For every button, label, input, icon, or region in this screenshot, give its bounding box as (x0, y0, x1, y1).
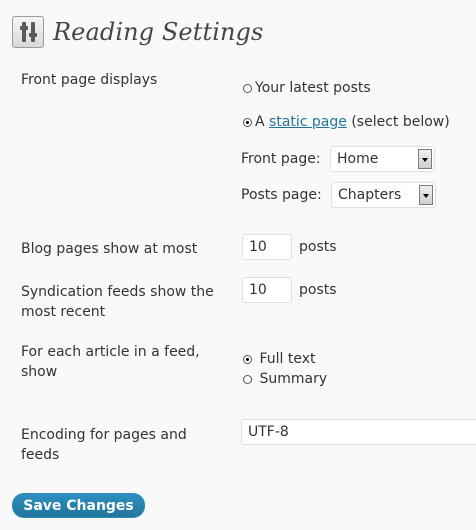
posts-page-select-value: Chapters (338, 187, 402, 203)
chevron-down-icon[interactable] (418, 149, 432, 169)
full-text-radio[interactable] (243, 354, 252, 364)
syndication-input[interactable] (242, 277, 292, 303)
feed-article-label: For each article in a feed, show (21, 344, 200, 380)
summary-label: Summary (259, 371, 328, 387)
posts-page-select[interactable]: Chapters (331, 182, 436, 208)
page-title: Reading Settings (53, 18, 264, 46)
latest-posts-label: Your latest posts (255, 80, 371, 96)
front-page-select[interactable]: Home (330, 146, 435, 172)
chevron-down-icon[interactable] (419, 185, 433, 205)
full-text-label: Full text (259, 351, 316, 367)
static-page-suffix: (select below) (351, 114, 450, 130)
encoding-label: Encoding for pages and feeds (21, 427, 187, 463)
full-text-option[interactable]: Full text (243, 350, 315, 368)
blog-pages-input[interactable] (242, 234, 292, 260)
static-page-prefix: A (255, 114, 265, 130)
blog-pages-label: Blog pages show at most (21, 241, 198, 257)
page-header: Reading Settings (12, 14, 263, 50)
front-page-displays-label: Front page displays (21, 72, 158, 88)
encoding-input[interactable] (241, 419, 476, 445)
save-changes-button[interactable]: Save Changes (12, 493, 145, 518)
front-page-select-label: Front page: (241, 151, 321, 167)
latest-posts-radio[interactable] (243, 83, 252, 93)
syndication-unit: posts (299, 282, 337, 298)
latest-posts-option[interactable]: Your latest posts (243, 79, 371, 97)
blog-pages-unit: posts (299, 239, 337, 255)
static-page-radio[interactable] (243, 117, 252, 127)
static-page-option[interactable]: A static page (select below) (243, 113, 450, 131)
syndication-label: Syndication feeds show the most recent (21, 284, 214, 320)
static-page-link[interactable]: static page (269, 114, 347, 130)
settings-sliders-icon (12, 16, 44, 48)
summary-option[interactable]: Summary (243, 370, 327, 388)
posts-page-select-label: Posts page: (241, 187, 322, 203)
front-page-select-value: Home (337, 151, 379, 167)
summary-radio[interactable] (243, 374, 252, 384)
